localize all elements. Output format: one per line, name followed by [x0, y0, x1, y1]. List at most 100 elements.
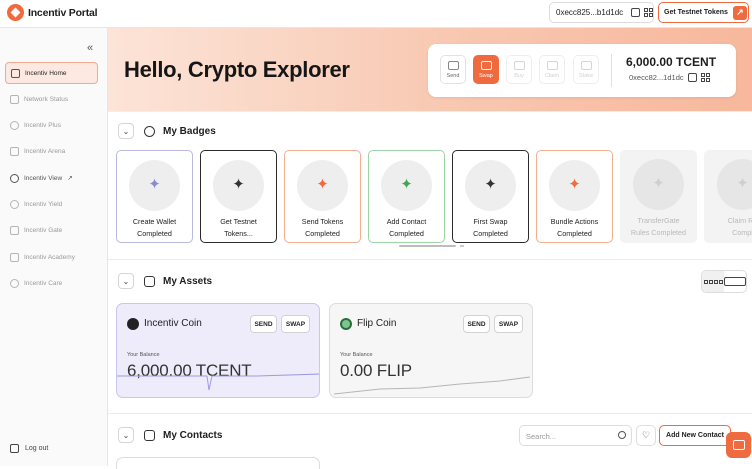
sidebar-item-incentiv-home[interactable]: Incentiv Home	[5, 62, 98, 84]
hero-address: 0xecc82...1d1dc	[629, 73, 684, 82]
badge-title: Get Testnet	[220, 217, 257, 226]
sidebar-item-label: Network Status	[24, 95, 69, 103]
copy-icon[interactable]	[631, 8, 640, 17]
your-balance-label: Your Balance	[340, 352, 373, 358]
contacts-book-icon	[144, 429, 155, 441]
badge-swirl-icon	[213, 160, 264, 211]
swap-button[interactable]: SWAP	[494, 315, 523, 333]
favorites-heart-button[interactable]: ♡	[636, 425, 656, 446]
view-icon	[10, 173, 19, 183]
sidebar-item-incentiv-care[interactable]: Incentiv Care	[5, 272, 98, 294]
chevron-down-icon[interactable]: ⌄	[118, 273, 134, 289]
sidebar-item-incentiv-gate[interactable]: Incentiv Gate	[5, 220, 98, 242]
get-testnet-tokens-label: Get Testnet Tokens	[664, 9, 728, 16]
stake-action-button[interactable]: Stake	[573, 55, 599, 84]
asset-card-flip-coin[interactable]: Flip Coin SEND SWAP Your Balance 0.00 FL…	[329, 303, 533, 398]
send-action-button[interactable]: Send	[440, 55, 466, 84]
chevron-down-icon[interactable]: ⌄	[118, 123, 134, 139]
contacts-search-input[interactable]: Search...	[519, 425, 632, 446]
qr-code-icon[interactable]	[700, 73, 710, 82]
logout-icon	[10, 444, 19, 453]
sidebar-item-incentiv-academy[interactable]: Incentiv Academy	[5, 246, 98, 268]
divider	[611, 54, 612, 87]
brand-name: Incentiv Portal	[28, 6, 98, 19]
buy-action-button[interactable]: Buy	[506, 55, 532, 84]
sidebar-item-network-status[interactable]: Network Status	[5, 88, 98, 110]
badge-card-locked[interactable]: Claim Re Compl	[704, 150, 752, 243]
badge-title: Create Wallet	[132, 217, 177, 226]
badges-title: My Badges	[163, 125, 216, 137]
badge-status: Completed	[137, 229, 172, 238]
swap-button[interactable]: SWAP	[281, 315, 310, 333]
badge-status: Completed	[389, 229, 424, 238]
claim-action-button[interactable]: Claim	[539, 55, 565, 84]
table-view-button[interactable]	[724, 271, 746, 292]
plus-icon	[10, 121, 19, 131]
sidebar-item-incentiv-arena[interactable]: Incentiv Arena	[5, 141, 98, 163]
academy-icon	[10, 252, 19, 262]
send-action-label: Send	[446, 73, 460, 79]
wallet-address-pill[interactable]: 0xecc825...b1d1dc	[549, 2, 654, 23]
sidebar: « Incentiv Home Network Status Incentiv …	[0, 28, 108, 466]
badge-icon	[144, 125, 155, 137]
brand-logo[interactable]: Incentiv Portal	[7, 4, 98, 21]
stake-icon	[580, 61, 592, 70]
asset-card-incentiv-coin[interactable]: Incentiv Coin SEND SWAP Your Balance 6,0…	[116, 303, 320, 398]
chevron-down-icon[interactable]: ⌄	[118, 427, 134, 443]
badge-status: Completed	[305, 229, 340, 238]
contacts-title: My Contacts	[163, 429, 223, 441]
flip-coin-icon	[340, 318, 352, 330]
balance-sparkline	[117, 373, 319, 391]
badge-swirl-icon	[129, 160, 180, 211]
asset-name: Incentiv Coin	[144, 318, 202, 329]
badges-scrollbar[interactable]	[399, 245, 456, 247]
wallet-stack-icon	[144, 275, 155, 287]
badge-card-locked[interactable]: TransferGate Rules Completed	[620, 150, 697, 243]
swap-icon	[480, 61, 492, 70]
badge-card[interactable]: Add Contact Completed	[368, 150, 445, 243]
sidebar-item-incentiv-view[interactable]: Incentiv View ↗	[5, 167, 98, 189]
hero-address-row: 0xecc82...1d1dc	[629, 73, 710, 82]
assets-title: My Assets	[163, 275, 213, 287]
search-placeholder: Search...	[526, 432, 557, 441]
search-icon	[618, 431, 626, 439]
sidebar-item-label: Incentiv Home	[25, 69, 67, 77]
sidebar-item-label: Incentiv Arena	[24, 148, 66, 156]
logout-button[interactable]: Log out	[10, 444, 48, 453]
sidebar-item-incentiv-plus[interactable]: Incentiv Plus	[5, 115, 98, 137]
badge-card[interactable]: Get Testnet Tokens...	[200, 150, 277, 243]
sidebar-item-label: Incentiv Care	[24, 279, 63, 287]
badge-card[interactable]: Bundle Actions Completed	[536, 150, 613, 243]
grid-view-button[interactable]	[702, 271, 724, 292]
qr-code-icon[interactable]	[644, 8, 653, 17]
top-bar: Incentiv Portal 0xecc825...b1d1dc Get Te…	[0, 0, 752, 28]
gate-icon	[10, 226, 19, 236]
badge-title: First Swap	[473, 217, 508, 226]
badge-card[interactable]: Send Tokens Completed	[284, 150, 361, 243]
copy-icon[interactable]	[687, 73, 697, 82]
chat-support-button[interactable]	[726, 432, 751, 458]
get-testnet-tokens-button[interactable]: Get Testnet Tokens ↗	[658, 2, 749, 23]
badge-card[interactable]: Create Wallet Completed	[116, 150, 193, 243]
sidebar-item-label: Incentiv Academy	[24, 253, 75, 261]
badges-scrollbar-track	[460, 245, 464, 247]
add-new-contact-button[interactable]: Add New Contact	[659, 425, 731, 446]
assets-section-header: ⌄ My Assets	[108, 271, 752, 291]
badge-card[interactable]: First Swap Completed	[452, 150, 529, 243]
arena-icon	[10, 147, 19, 157]
incentiv-logo-icon	[7, 4, 24, 21]
sidebar-item-incentiv-yield[interactable]: Incentiv Yield	[5, 193, 98, 215]
hero-balance: 6,000.00 TCENT	[626, 55, 717, 69]
badge-status: Completed	[557, 229, 592, 238]
badges-carousel[interactable]: Create Wallet Completed Get Testnet Toke…	[116, 150, 752, 243]
contact-card[interactable]	[116, 457, 320, 469]
section-divider	[108, 413, 752, 414]
send-button[interactable]: SEND	[463, 315, 490, 333]
table-view-icon	[724, 277, 746, 286]
chat-bubble-icon	[732, 440, 745, 450]
badge-status: Rules Completed	[630, 228, 687, 237]
swap-action-button[interactable]: Swap	[473, 55, 499, 84]
buy-icon	[513, 61, 525, 70]
collapse-sidebar-icon[interactable]: «	[87, 42, 93, 54]
send-button[interactable]: SEND	[250, 315, 277, 333]
